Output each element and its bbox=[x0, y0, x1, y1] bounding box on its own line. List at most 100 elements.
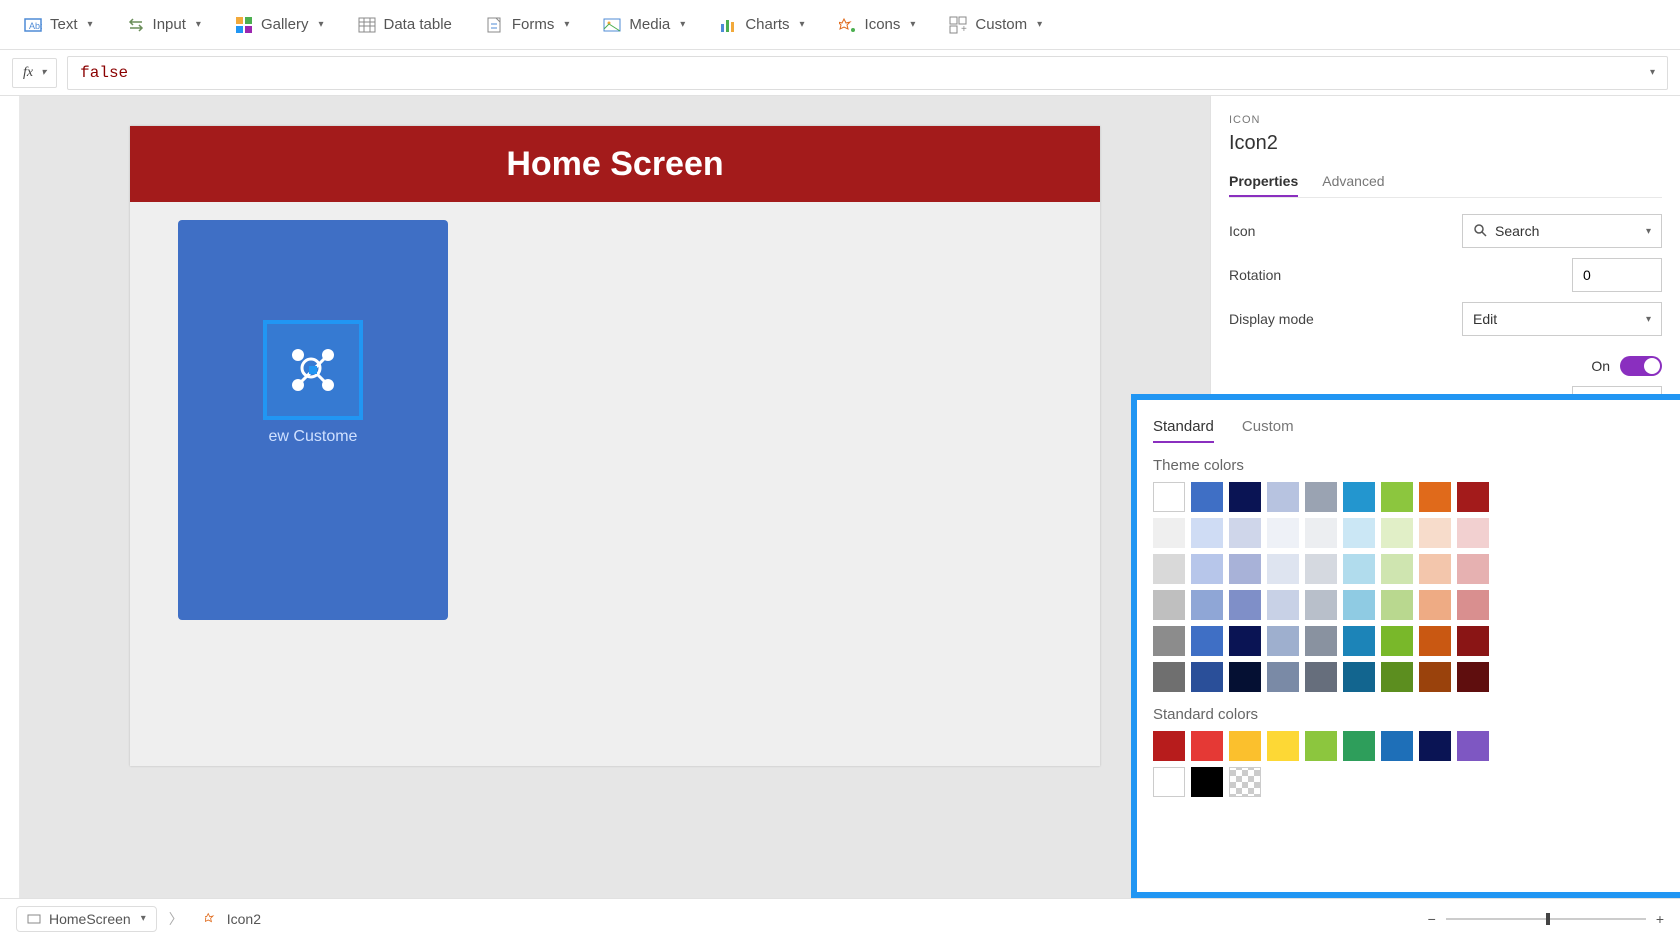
color-swatch[interactable] bbox=[1343, 731, 1375, 761]
color-swatch[interactable] bbox=[1191, 731, 1223, 761]
ribbon-icons[interactable]: Icons ▾ bbox=[825, 10, 930, 40]
colorpicker-tab-standard[interactable]: Standard bbox=[1153, 412, 1214, 443]
zoom-slider[interactable] bbox=[1446, 918, 1646, 920]
ribbon-custom[interactable]: + Custom ▾ bbox=[935, 10, 1056, 40]
color-swatch[interactable] bbox=[1419, 731, 1451, 761]
chevron-down-icon: ▾ bbox=[1037, 19, 1042, 30]
color-swatch[interactable] bbox=[1153, 767, 1185, 797]
color-swatch[interactable] bbox=[1305, 662, 1337, 692]
color-swatch[interactable] bbox=[1381, 554, 1413, 584]
color-swatch[interactable] bbox=[1343, 482, 1375, 512]
color-swatch[interactable] bbox=[1191, 662, 1223, 692]
icons-icon bbox=[839, 16, 857, 34]
color-swatch[interactable] bbox=[1267, 626, 1299, 656]
color-swatch[interactable] bbox=[1305, 590, 1337, 620]
color-swatch[interactable] bbox=[1153, 731, 1185, 761]
formula-input[interactable]: false ▾ bbox=[67, 56, 1668, 90]
color-swatch[interactable] bbox=[1381, 731, 1413, 761]
object-name: Icon2 bbox=[1229, 132, 1662, 155]
ribbon-datatable[interactable]: Data table bbox=[344, 10, 466, 40]
color-swatch[interactable] bbox=[1457, 482, 1489, 512]
color-swatch[interactable] bbox=[1229, 767, 1261, 797]
breadcrumb-screen[interactable]: HomeScreen ▾ bbox=[16, 906, 157, 932]
color-swatch[interactable] bbox=[1267, 518, 1299, 548]
search-icon bbox=[1473, 223, 1487, 240]
color-swatch[interactable] bbox=[1229, 731, 1261, 761]
color-swatch[interactable] bbox=[1457, 554, 1489, 584]
displaymode-selector[interactable]: Edit ▾ bbox=[1462, 302, 1662, 336]
ribbon-input[interactable]: Input ▾ bbox=[113, 10, 215, 40]
color-swatch[interactable] bbox=[1229, 482, 1261, 512]
color-swatch[interactable] bbox=[1191, 482, 1223, 512]
color-swatch[interactable] bbox=[1457, 731, 1489, 761]
color-swatch[interactable] bbox=[1305, 731, 1337, 761]
color-swatch[interactable] bbox=[1267, 482, 1299, 512]
color-swatch[interactable] bbox=[1267, 662, 1299, 692]
color-swatch[interactable] bbox=[1153, 590, 1185, 620]
color-swatch[interactable] bbox=[1229, 554, 1261, 584]
color-swatch[interactable] bbox=[1343, 554, 1375, 584]
color-swatch[interactable] bbox=[1305, 518, 1337, 548]
color-swatch[interactable] bbox=[1267, 554, 1299, 584]
svg-text:Abc: Abc bbox=[29, 21, 42, 31]
ribbon-gallery[interactable]: Gallery ▾ bbox=[221, 10, 338, 40]
color-swatch[interactable] bbox=[1229, 518, 1261, 548]
selected-icon[interactable] bbox=[263, 320, 363, 420]
color-swatch[interactable] bbox=[1305, 482, 1337, 512]
tab-properties[interactable]: Properties bbox=[1229, 167, 1298, 197]
color-swatch[interactable] bbox=[1419, 518, 1451, 548]
color-swatch[interactable] bbox=[1343, 662, 1375, 692]
icon-selector[interactable]: Search ▾ bbox=[1462, 214, 1662, 248]
color-swatch[interactable] bbox=[1343, 626, 1375, 656]
fx-selector[interactable]: fx ▾ bbox=[12, 58, 57, 88]
color-swatch[interactable] bbox=[1457, 662, 1489, 692]
color-swatch[interactable] bbox=[1191, 518, 1223, 548]
color-swatch[interactable] bbox=[1191, 554, 1223, 584]
color-swatch[interactable] bbox=[1267, 731, 1299, 761]
color-swatch[interactable] bbox=[1381, 662, 1413, 692]
color-swatch[interactable] bbox=[1457, 590, 1489, 620]
color-swatch[interactable] bbox=[1229, 590, 1261, 620]
color-swatch[interactable] bbox=[1343, 590, 1375, 620]
color-swatch[interactable] bbox=[1153, 554, 1185, 584]
rotation-input[interactable] bbox=[1572, 258, 1662, 292]
card[interactable]: ew Custome bbox=[178, 220, 448, 620]
color-swatch[interactable] bbox=[1381, 590, 1413, 620]
color-swatch[interactable] bbox=[1153, 518, 1185, 548]
colorpicker-tab-custom[interactable]: Custom bbox=[1242, 412, 1294, 443]
color-swatch[interactable] bbox=[1381, 626, 1413, 656]
tab-advanced[interactable]: Advanced bbox=[1322, 167, 1384, 197]
visible-on-label: On bbox=[1591, 358, 1610, 374]
visible-toggle[interactable] bbox=[1620, 356, 1662, 376]
color-swatch[interactable] bbox=[1381, 482, 1413, 512]
color-swatch[interactable] bbox=[1419, 662, 1451, 692]
color-swatch[interactable] bbox=[1381, 518, 1413, 548]
color-swatch[interactable] bbox=[1419, 626, 1451, 656]
ribbon-text[interactable]: Abc Text ▾ bbox=[10, 10, 107, 40]
screen-canvas[interactable]: Home Screen ew Custome bbox=[130, 126, 1100, 766]
color-swatch[interactable] bbox=[1457, 518, 1489, 548]
ribbon-charts[interactable]: Charts ▾ bbox=[705, 10, 818, 40]
color-swatch[interactable] bbox=[1153, 662, 1185, 692]
color-swatch[interactable] bbox=[1343, 518, 1375, 548]
breadcrumb-object-label: Icon2 bbox=[227, 911, 261, 927]
color-swatch[interactable] bbox=[1191, 590, 1223, 620]
zoom-out[interactable]: − bbox=[1428, 911, 1436, 927]
color-swatch[interactable] bbox=[1153, 626, 1185, 656]
color-swatch[interactable] bbox=[1153, 482, 1185, 512]
color-swatch[interactable] bbox=[1229, 626, 1261, 656]
ribbon-forms[interactable]: Forms ▾ bbox=[472, 10, 584, 40]
breadcrumb-object[interactable]: Icon2 bbox=[195, 907, 271, 931]
color-swatch[interactable] bbox=[1457, 626, 1489, 656]
color-swatch[interactable] bbox=[1191, 767, 1223, 797]
zoom-in[interactable]: + bbox=[1656, 911, 1664, 927]
ribbon-media[interactable]: Media ▾ bbox=[589, 10, 699, 40]
color-swatch[interactable] bbox=[1419, 482, 1451, 512]
color-swatch[interactable] bbox=[1305, 554, 1337, 584]
color-swatch[interactable] bbox=[1267, 590, 1299, 620]
color-swatch[interactable] bbox=[1419, 590, 1451, 620]
color-swatch[interactable] bbox=[1229, 662, 1261, 692]
color-swatch[interactable] bbox=[1419, 554, 1451, 584]
color-swatch[interactable] bbox=[1191, 626, 1223, 656]
color-swatch[interactable] bbox=[1305, 626, 1337, 656]
